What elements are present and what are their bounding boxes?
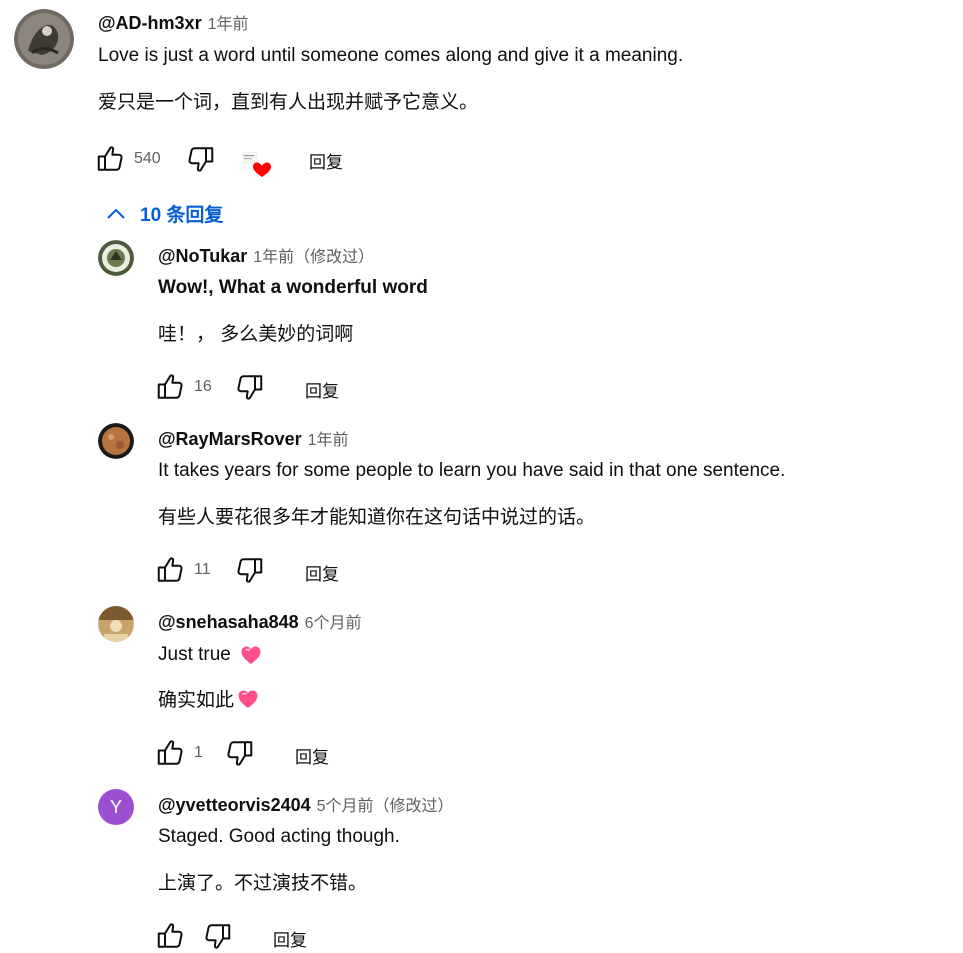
author-name[interactable]: @AD-hm3xr bbox=[98, 13, 202, 33]
thumb-down-icon bbox=[225, 738, 255, 768]
author-name[interactable]: @snehasaha848 bbox=[158, 612, 299, 632]
reply-button[interactable]: 回复 bbox=[273, 926, 307, 951]
reply-text-zh: 上演了。不过演技不错。 bbox=[158, 873, 368, 894]
avatar-image-icon bbox=[14, 9, 74, 69]
reply-text-zh-content: 确实如此 bbox=[158, 690, 235, 711]
reply-author: @NoTukar 1年前（修改过） bbox=[158, 243, 374, 267]
avatar-letter: Y bbox=[109, 796, 122, 817]
dislike-button[interactable] bbox=[235, 555, 265, 585]
reply-button[interactable]: 回复 bbox=[305, 377, 339, 402]
comment-time[interactable]: 1年前 bbox=[308, 432, 349, 449]
dislike-button[interactable] bbox=[186, 144, 216, 174]
comment-time[interactable]: 5个月前（修改过） bbox=[317, 798, 454, 815]
thumb-up-icon bbox=[155, 555, 185, 585]
comment-text-en: Love is just a word until someone comes … bbox=[98, 45, 684, 66]
reply-button[interactable]: 回复 bbox=[305, 560, 339, 585]
avatar[interactable] bbox=[14, 9, 74, 69]
dislike-button[interactable] bbox=[203, 921, 233, 951]
reply-text-zh: 有些人要花很多年才能知道你在这句话中说过的话。 bbox=[158, 507, 596, 528]
avatar[interactable] bbox=[98, 606, 134, 642]
avatar-image-icon bbox=[98, 240, 134, 276]
reply-author: @yvetteorvis2404 5个月前（修改过） bbox=[158, 792, 454, 816]
like-count: 1 bbox=[194, 744, 203, 761]
comment-time[interactable]: 1年前（修改过） bbox=[253, 249, 374, 266]
thumb-up-icon bbox=[155, 738, 185, 768]
like-button[interactable] bbox=[95, 144, 125, 174]
comment-author: @AD-hm3xr 1年前 bbox=[98, 10, 248, 34]
replies-toggle-label: 10 条回复 bbox=[140, 205, 224, 226]
avatar-image-icon bbox=[98, 423, 134, 459]
pink-heart-icon bbox=[239, 643, 263, 667]
dislike-button[interactable] bbox=[235, 372, 265, 402]
avatar[interactable] bbox=[98, 423, 134, 459]
thumb-down-icon bbox=[235, 372, 265, 402]
chevron-up-icon bbox=[107, 208, 125, 219]
thumb-down-icon bbox=[235, 555, 265, 585]
reply-text-zh: 确实如此 bbox=[158, 685, 260, 712]
like-count: 16 bbox=[194, 378, 212, 395]
reply-author: @snehasaha848 6个月前 bbox=[158, 609, 362, 633]
like-button[interactable] bbox=[155, 555, 185, 585]
comment-text-zh: 爱只是一个词，直到有人出现并赋予它意义。 bbox=[98, 92, 479, 113]
like-button[interactable] bbox=[155, 738, 185, 768]
thumb-down-icon bbox=[186, 144, 216, 174]
dislike-button[interactable] bbox=[225, 738, 255, 768]
reply-button[interactable]: 回复 bbox=[309, 148, 343, 173]
reply-author: @RayMarsRover 1年前 bbox=[158, 426, 349, 450]
thumb-down-icon bbox=[203, 921, 233, 951]
reply-text-en-content: Just true bbox=[158, 644, 231, 665]
author-name[interactable]: @NoTukar bbox=[158, 246, 247, 266]
reply-text-en: Staged. Good acting though. bbox=[158, 826, 400, 847]
thumb-up-icon bbox=[95, 144, 125, 174]
like-count: 540 bbox=[134, 150, 161, 167]
avatar[interactable] bbox=[98, 240, 134, 276]
pink-heart-icon bbox=[236, 687, 260, 711]
author-name[interactable]: @yvetteorvis2404 bbox=[158, 795, 311, 815]
thumb-up-icon bbox=[155, 372, 185, 402]
replies-toggle[interactable]: 10 条回复 bbox=[106, 200, 223, 227]
thumb-up-icon bbox=[155, 921, 185, 951]
like-count: 11 bbox=[194, 561, 211, 578]
reply-text-en: Just true bbox=[158, 643, 263, 667]
avatar[interactable]: Y bbox=[98, 789, 134, 825]
reply-button[interactable]: 回复 bbox=[295, 743, 329, 768]
creator-heart-badge bbox=[242, 152, 274, 178]
avatar-image-icon bbox=[98, 606, 134, 642]
reply-text-en: Wow!, What a wonderful word bbox=[158, 277, 428, 298]
reply-text-zh: 哇！， 多么美妙的词啊 bbox=[158, 324, 354, 345]
creator-heart-icon bbox=[242, 152, 271, 177]
comment-time[interactable]: 6个月前 bbox=[305, 615, 362, 632]
like-button[interactable] bbox=[155, 372, 185, 402]
comment-time[interactable]: 1年前 bbox=[208, 16, 249, 33]
author-name[interactable]: @RayMarsRover bbox=[158, 429, 302, 449]
like-button[interactable] bbox=[155, 921, 185, 951]
reply-text-en: It takes years for some people to learn … bbox=[158, 460, 786, 481]
